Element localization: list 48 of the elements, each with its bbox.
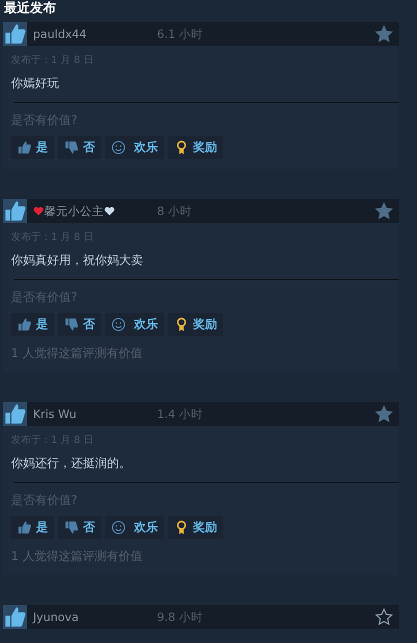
funny-button[interactable]: 欢乐 [105,516,164,539]
smiley-icon [111,140,126,155]
section-title: 最近发布 [3,0,57,18]
review-text: 你妈真好用，祝你妈大卖 [11,252,144,269]
funny-button[interactable]: 欢乐 [105,313,164,336]
yes-button[interactable]: 是 [11,516,54,539]
heart-icon [104,206,115,216]
thumbs-up-icon [3,22,27,46]
play-time: 8 小时 [157,204,193,218]
star-icon[interactable] [375,405,393,423]
award-icon [174,520,189,535]
thumbs-down-icon [64,317,79,332]
award-icon [174,317,189,332]
star-icon[interactable] [375,608,393,626]
thumbs-up-icon [3,199,27,223]
no-button[interactable]: 否 [58,313,101,336]
reviewer-name[interactable]: pauldx44 [33,27,157,41]
review-text: 你妈还行，还挺润的。 [11,455,132,472]
award-button[interactable]: 奖励 [168,313,223,336]
helpful-count: 1 人觉得这篇评测有价值 [11,345,144,362]
smiley-icon [111,317,126,332]
play-time: 1.4 小时 [157,406,204,422]
award-button[interactable]: 奖励 [168,136,223,159]
smiley-icon [111,520,126,535]
award-icon [174,140,189,155]
helpful-count: 1 人觉得这篇评测有价值 [11,548,144,565]
thumbs-down-icon [64,140,79,155]
no-button[interactable]: 否 [58,136,101,159]
reviewer-name[interactable]: Jyunova [33,610,157,624]
thumbs-up-icon [17,520,32,535]
thumbs-down-icon [64,520,79,535]
review-text: 你嫣好玩 [11,75,60,92]
no-button[interactable]: 否 [58,516,101,539]
star-icon[interactable] [375,25,393,43]
play-time: 6.1 小时 [157,26,204,42]
thumbs-up-icon [17,317,32,332]
reviewer-name[interactable]: 馨元小公主 [33,204,157,218]
thumbs-up-icon [3,605,27,629]
star-icon[interactable] [375,202,393,220]
heart-icon [33,206,44,216]
play-time: 9.8 小时 [157,610,204,624]
reviewer-name[interactable]: Kris Wu [33,407,157,421]
yes-button[interactable]: 是 [11,136,54,159]
funny-button[interactable]: 欢乐 [105,136,164,159]
thumbs-up-icon [3,402,27,426]
yes-button[interactable]: 是 [11,313,54,336]
award-button[interactable]: 奖励 [168,516,223,539]
thumbs-up-icon [17,140,32,155]
